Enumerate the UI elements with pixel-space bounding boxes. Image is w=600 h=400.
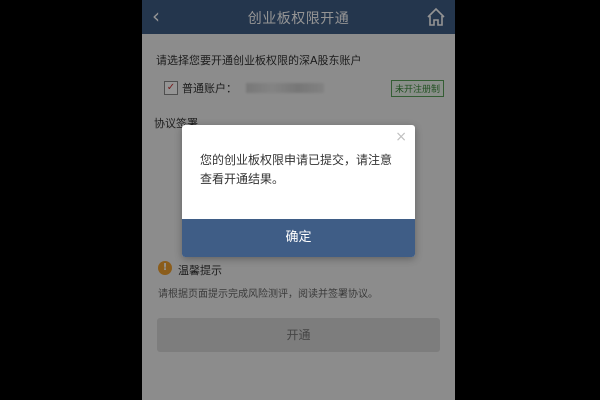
- dialog-message: 您的创业板权限申请已提交，请注意查看开通结果。: [200, 153, 393, 186]
- close-icon[interactable]: ×: [395, 129, 407, 145]
- phone-screen: ‹ 创业板权限开通 请选择您要开通创业板权限的深A股东账户 ✓ 普通账户： 未开…: [142, 0, 455, 400]
- submission-dialog: × 您的创业板权限申请已提交，请注意查看开通结果。 确定: [182, 125, 415, 257]
- confirm-button[interactable]: 确定: [182, 219, 415, 257]
